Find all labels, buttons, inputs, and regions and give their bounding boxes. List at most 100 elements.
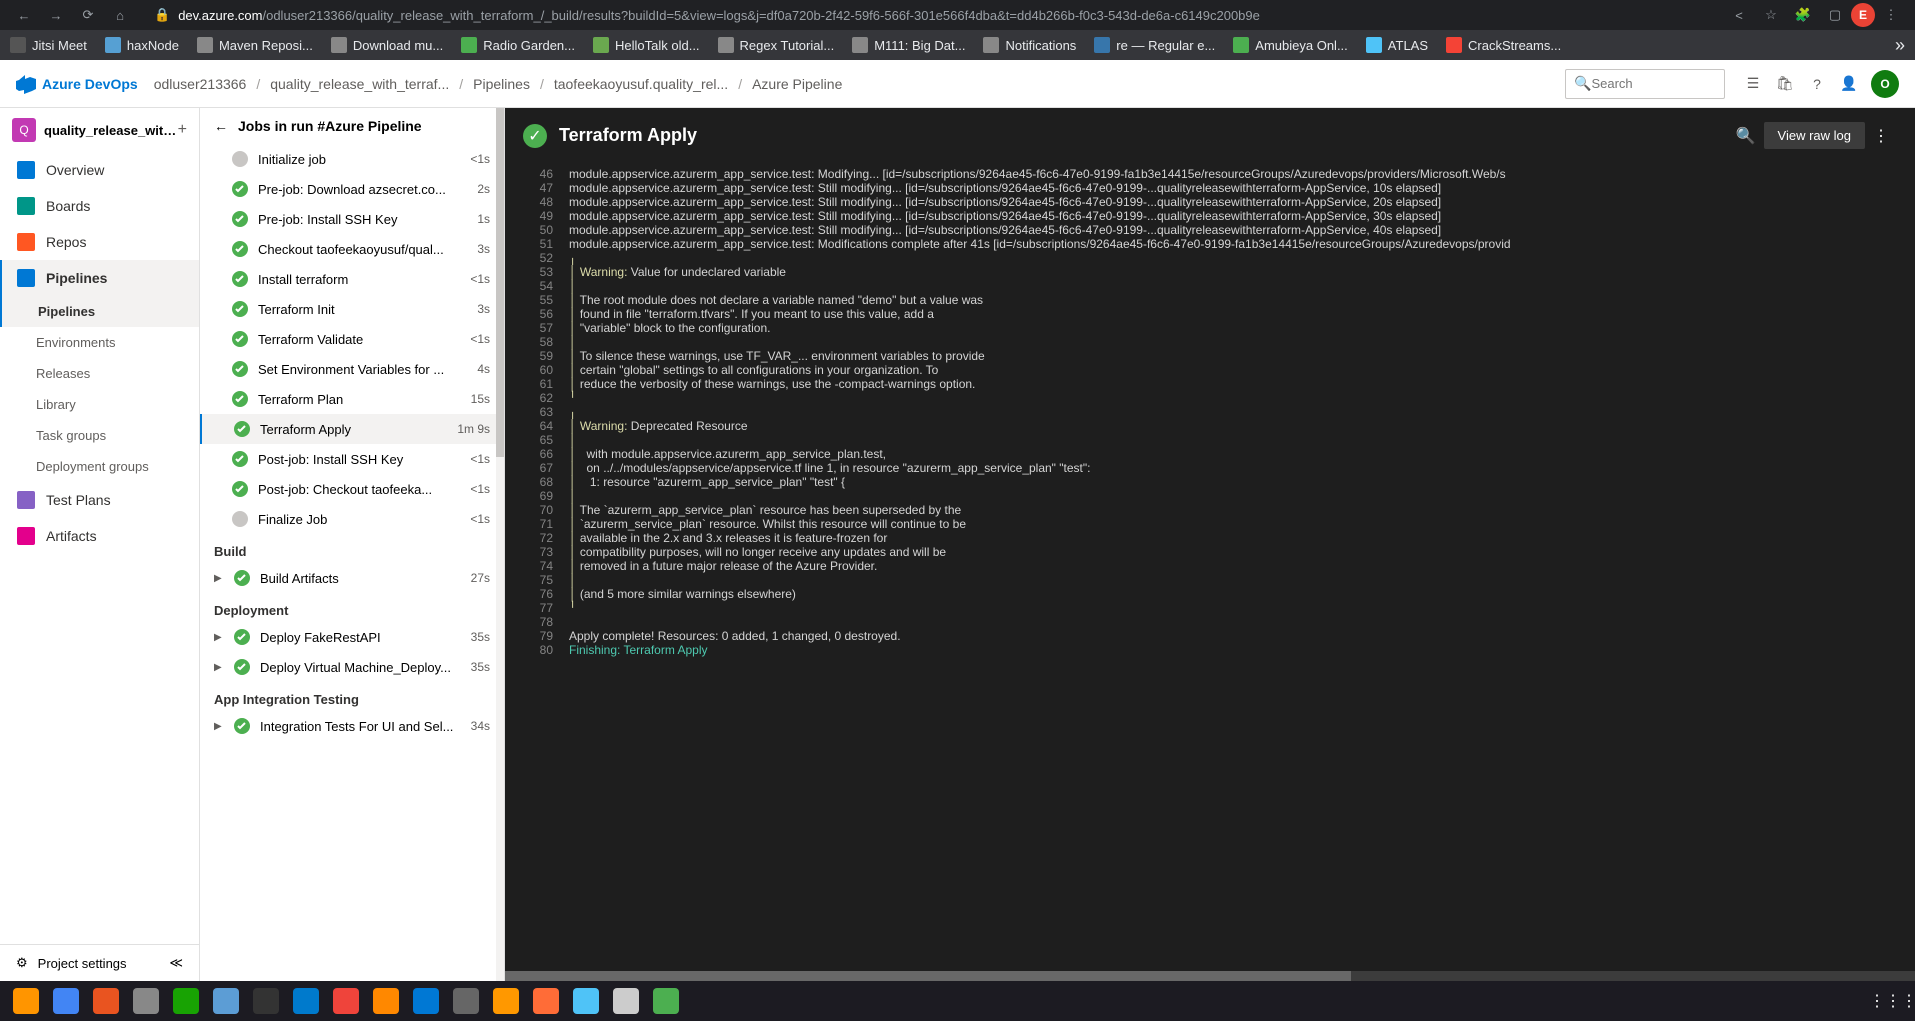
taskbar-vscode[interactable] — [290, 985, 322, 1017]
sidebar-sub-environments[interactable]: Environments — [0, 327, 199, 358]
bookmark-bar: Jitsi Meet haxNode Maven Reposi... Download… — [0, 30, 1915, 60]
sidebar-sub-task-groups[interactable]: Task groups — [0, 420, 199, 451]
project-settings[interactable]: ⚙ Project settings ≪ — [0, 944, 199, 981]
bookmark-item[interactable]: HelloTalk old... — [593, 37, 700, 53]
bookmark-item[interactable]: CrackStreams... — [1446, 37, 1561, 53]
job-item[interactable]: Initialize job<1s — [200, 144, 504, 174]
sidebar-item-boards[interactable]: Boards — [0, 188, 199, 224]
job-item[interactable]: Terraform Apply1m 9s — [200, 414, 504, 444]
project-header[interactable]: Q quality_release_with_t... + — [0, 108, 199, 152]
bookmark-item[interactable]: ATLAS — [1366, 37, 1428, 53]
taskbar-firefox[interactable] — [10, 985, 42, 1017]
breadcrumb-item[interactable]: Azure Pipeline — [752, 76, 842, 92]
star-icon[interactable]: ☆ — [1761, 5, 1781, 25]
share-icon[interactable]: < — [1729, 5, 1749, 25]
collapse-icon[interactable]: ≪ — [169, 955, 183, 971]
taskbar-vlc[interactable] — [370, 985, 402, 1017]
azure-avatar[interactable]: O — [1871, 70, 1899, 98]
list-icon[interactable]: ☰ — [1737, 68, 1769, 100]
sidebar-sub-pipelines[interactable]: Pipelines — [0, 296, 199, 327]
bookmark-item[interactable]: Radio Garden... — [461, 37, 575, 53]
sidebar-sub-library[interactable]: Library — [0, 389, 199, 420]
back-icon[interactable]: ← — [14, 5, 34, 25]
taskbar-postman[interactable] — [530, 985, 562, 1017]
taskbar-blue2[interactable] — [570, 985, 602, 1017]
bookmark-favicon — [1366, 37, 1382, 53]
log-more-icon[interactable]: ⋮ — [1873, 126, 1889, 146]
back-arrow-icon[interactable]: ← — [214, 118, 228, 134]
forward-icon[interactable]: → — [46, 5, 66, 25]
taskbar-terminal[interactable] — [250, 985, 282, 1017]
taskbar-files[interactable] — [130, 985, 162, 1017]
job-item[interactable]: Pre-job: Download azsecret.co...2s — [200, 174, 504, 204]
sidebar-sub-releases[interactable]: Releases — [0, 358, 199, 389]
job-item[interactable]: Set Environment Variables for ...4s — [200, 354, 504, 384]
bookmark-item[interactable]: Regex Tutorial... — [718, 37, 835, 53]
job-item[interactable]: Checkout taofeekaoyusuf/qual...3s — [200, 234, 504, 264]
taskbar-chrome[interactable] — [50, 985, 82, 1017]
sidebar-item-artifacts[interactable]: Artifacts — [0, 518, 199, 554]
taskbar-blue1[interactable] — [410, 985, 442, 1017]
sidebar-item-test-plans[interactable]: Test Plans — [0, 482, 199, 518]
bookmark-item[interactable]: re — Regular e... — [1094, 37, 1215, 53]
jobs-scrollbar[interactable] — [496, 108, 504, 981]
job-time: <1s — [470, 482, 490, 496]
job-item[interactable]: Finalize Job<1s — [200, 504, 504, 534]
job-item[interactable]: ▶Deploy FakeRestAPI35s — [200, 622, 504, 652]
line-number: 52 — [517, 251, 553, 265]
job-item[interactable]: Post-job: Checkout taofeeka...<1s — [200, 474, 504, 504]
bookmark-item[interactable]: haxNode — [105, 37, 179, 53]
log-body[interactable]: 46module.appservice.azurerm_app_service.… — [505, 163, 1915, 971]
help-icon[interactable]: ? — [1801, 68, 1833, 100]
job-item[interactable]: Terraform Plan15s — [200, 384, 504, 414]
app-grid-icon[interactable]: ⋮⋮⋮ — [1877, 985, 1909, 1017]
job-item[interactable]: Terraform Init3s — [200, 294, 504, 324]
reload-icon[interactable]: ⟳ — [78, 5, 98, 25]
bookmark-item[interactable]: Download mu... — [331, 37, 443, 53]
shopping-icon[interactable]: 🛍 — [1769, 68, 1801, 100]
taskbar-ubuntu[interactable] — [90, 985, 122, 1017]
log-search-icon[interactable]: 🔍 — [1736, 126, 1756, 146]
bookmark-item[interactable]: Jitsi Meet — [10, 37, 87, 53]
search-input[interactable]: 🔍 — [1565, 69, 1725, 99]
job-item[interactable]: ▶Build Artifacts27s — [200, 563, 504, 593]
sidebar-item-pipelines[interactable]: Pipelines — [0, 260, 199, 296]
job-item[interactable]: ▶Integration Tests For UI and Sel...34s — [200, 711, 504, 741]
bookmark-item[interactable]: Notifications — [983, 37, 1076, 53]
bookmark-overflow-icon[interactable]: » — [1895, 35, 1905, 56]
profile-avatar[interactable]: E — [1851, 3, 1875, 27]
bookmark-item[interactable]: Maven Reposi... — [197, 37, 313, 53]
add-icon[interactable]: + — [178, 121, 187, 139]
breadcrumb-item[interactable]: Pipelines — [473, 76, 530, 92]
sidebar-item-repos[interactable]: Repos — [0, 224, 199, 260]
taskbar-libre[interactable] — [170, 985, 202, 1017]
job-item[interactable]: Pre-job: Install SSH Key1s — [200, 204, 504, 234]
log-line: 77╵ — [505, 601, 1915, 615]
taskbar-sublime[interactable] — [490, 985, 522, 1017]
job-item[interactable]: Terraform Validate<1s — [200, 324, 504, 354]
horizontal-scrollbar[interactable] — [505, 971, 1915, 981]
taskbar-blank[interactable] — [610, 985, 642, 1017]
job-item[interactable]: Install terraform<1s — [200, 264, 504, 294]
window-icon[interactable]: ▢ — [1825, 5, 1845, 25]
extensions-icon[interactable]: 🧩 — [1793, 5, 1813, 25]
taskbar-anydesk[interactable] — [330, 985, 362, 1017]
azure-devops-logo[interactable]: Azure DevOps — [16, 74, 138, 94]
taskbar-note[interactable] — [210, 985, 242, 1017]
taskbar-grid[interactable] — [450, 985, 482, 1017]
user-settings-icon[interactable]: 👤 — [1833, 68, 1865, 100]
sidebar-sub-deployment-groups[interactable]: Deployment groups — [0, 451, 199, 482]
home-icon[interactable]: ⌂ — [110, 5, 130, 25]
menu-icon[interactable]: ⋮ — [1881, 5, 1901, 25]
url-bar[interactable]: 🔒 dev.azure.com/odluser213366/quality_re… — [144, 1, 1715, 29]
breadcrumb-item[interactable]: quality_release_with_terraf... — [270, 76, 449, 92]
job-item[interactable]: ▶Deploy Virtual Machine_Deploy...35s — [200, 652, 504, 682]
breadcrumb-item[interactable]: odluser213366 — [154, 76, 247, 92]
sidebar-item-overview[interactable]: Overview — [0, 152, 199, 188]
view-raw-log-button[interactable]: View raw log — [1764, 122, 1865, 149]
bookmark-item[interactable]: Amubieya Onl... — [1233, 37, 1348, 53]
bookmark-item[interactable]: M111: Big Dat... — [852, 37, 965, 53]
breadcrumb-item[interactable]: taofeekaoyusuf.quality_rel... — [554, 76, 728, 92]
taskbar-calc[interactable] — [650, 985, 682, 1017]
job-item[interactable]: Post-job: Install SSH Key<1s — [200, 444, 504, 474]
